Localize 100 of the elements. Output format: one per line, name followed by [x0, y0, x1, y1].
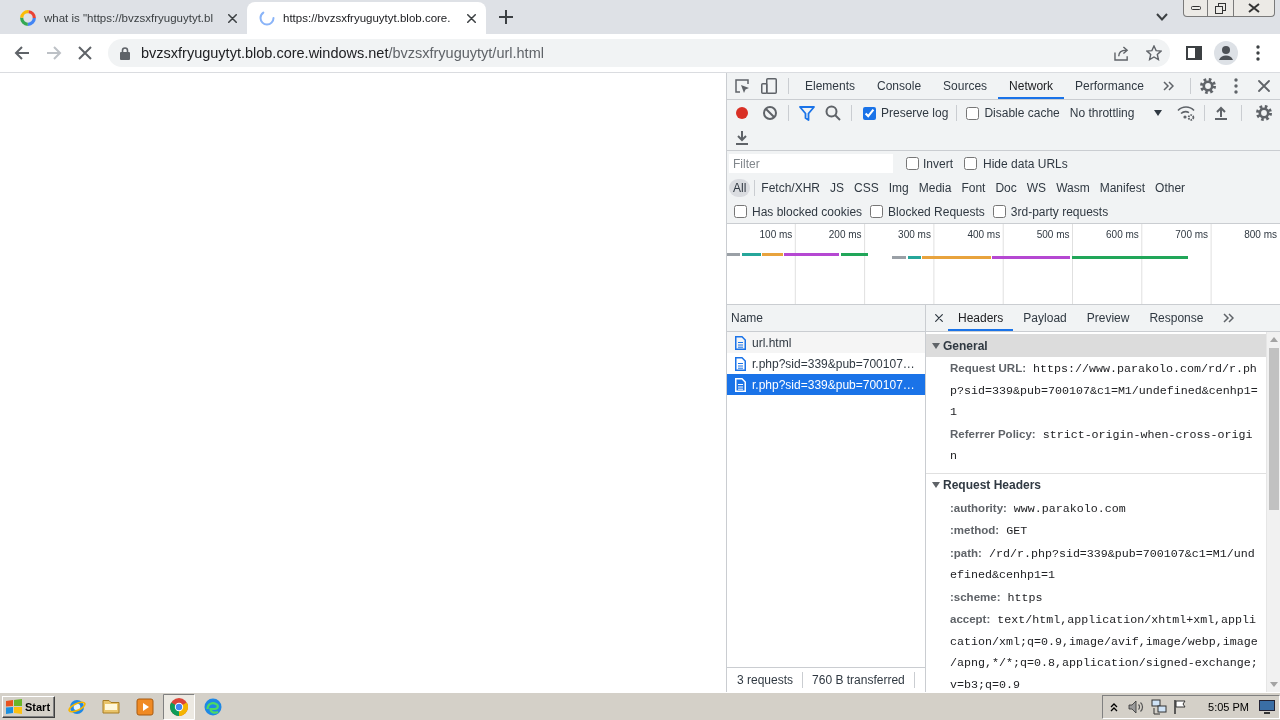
minimize-button[interactable] — [1183, 0, 1208, 17]
menu-icon[interactable] — [1234, 78, 1238, 94]
plus-icon[interactable] — [499, 10, 513, 24]
lock-icon[interactable] — [120, 46, 130, 60]
stop-icon[interactable] — [78, 46, 92, 60]
type-filter-button[interactable]: WS — [1021, 179, 1052, 197]
close-icon[interactable] — [228, 13, 237, 23]
type-filter-button[interactable]: Other — [1150, 179, 1191, 197]
browser-tab[interactable]: what is "https://bvzsxfryuguytyt.bl — [8, 2, 247, 34]
type-filter-button[interactable]: Img — [883, 179, 914, 197]
request-row[interactable]: url.html — [727, 332, 925, 353]
type-filter-button[interactable]: Media — [913, 179, 957, 197]
flag-icon[interactable] — [1173, 698, 1188, 715]
caret-icon[interactable] — [1154, 110, 1163, 116]
checkbox-label[interactable]: Hide data URLs — [983, 156, 1068, 171]
back-arrow-icon[interactable] — [14, 45, 30, 61]
section-header[interactable]: Request Headers — [926, 473, 1266, 497]
type-filter-button[interactable]: Doc — [990, 179, 1022, 197]
menu-icon[interactable] — [1256, 45, 1260, 61]
column-header[interactable]: Name — [731, 311, 763, 325]
section-title: General — [943, 338, 988, 353]
search-icon[interactable] — [825, 105, 841, 121]
detail-tab[interactable]: Preview — [1076, 305, 1140, 331]
checkbox[interactable] — [863, 106, 876, 120]
settings-icon[interactable] — [1200, 78, 1216, 94]
tick-label: 500 ms — [1036, 229, 1070, 240]
detail-tab[interactable]: Headers — [948, 305, 1014, 331]
checkbox[interactable] — [964, 157, 977, 170]
scrollbar-thumb[interactable] — [1268, 348, 1279, 510]
share-icon[interactable] — [1114, 45, 1130, 61]
throttling-dropdown[interactable]: No throttling — [1069, 106, 1163, 120]
checkbox-label[interactable]: Blocked Requests — [888, 204, 985, 219]
restore-button[interactable] — [1208, 0, 1234, 17]
checkbox-label[interactable]: Preserve log — [881, 106, 949, 120]
checkbox[interactable] — [966, 106, 980, 120]
file-icon — [735, 377, 746, 392]
devtools-tab[interactable]: Sources — [932, 73, 999, 99]
filter-icon[interactable] — [799, 105, 815, 121]
clear-icon[interactable] — [763, 106, 777, 120]
chevron-down-icon[interactable] — [1156, 13, 1168, 21]
device-icon[interactable] — [761, 78, 777, 94]
type-filter-button[interactable]: CSS — [849, 179, 884, 197]
detail-tab[interactable]: Response — [1139, 305, 1214, 331]
request-row[interactable]: r.php?sid=339&pub=700107… — [727, 353, 925, 374]
type-filter-button[interactable]: Fetch/XHR — [756, 179, 826, 197]
speaker-icon[interactable] — [1128, 699, 1145, 714]
download-icon[interactable] — [736, 131, 748, 145]
upload-icon[interactable] — [1215, 106, 1228, 120]
side-panel-icon[interactable] — [1186, 46, 1202, 60]
devtools-tab[interactable]: Performance — [1064, 73, 1155, 99]
network-icon[interactable] — [1151, 698, 1168, 715]
tick-label: 600 ms — [1106, 229, 1139, 240]
filter-field[interactable]: Filter — [729, 154, 893, 173]
record-icon[interactable] — [736, 107, 748, 119]
devtools-tab[interactable]: Console — [866, 73, 933, 99]
browser-tab[interactable]: https://bvzsxfryuguytyt.blob.core. — [247, 2, 486, 34]
restore-icon[interactable] — [1215, 2, 1226, 14]
avatar-icon[interactable] — [1214, 41, 1238, 65]
type-filter-button[interactable]: Font — [956, 179, 991, 197]
chevrons-icon[interactable] — [1223, 313, 1235, 323]
checkbox-label[interactable]: Disable cache — [984, 106, 1060, 120]
section-header[interactable]: General — [926, 334, 1266, 357]
minimize-icon[interactable] — [1190, 6, 1201, 10]
close-button[interactable] — [1234, 0, 1275, 17]
devtools-tab[interactable]: Elements — [794, 73, 867, 99]
play-icon[interactable] — [136, 697, 155, 716]
folder-icon[interactable] — [102, 697, 121, 716]
type-filter-button[interactable]: JS — [825, 179, 850, 197]
type-filter-button[interactable]: All — [729, 179, 751, 197]
address-bar[interactable]: bvzsxfryuguytyt.blob.core.windows.net/bvzsxfryuguytyt/url.html — [108, 39, 1170, 67]
wheel-icon[interactable] — [163, 693, 196, 720]
close-icon[interactable] — [467, 13, 476, 23]
checkbox-label[interactable]: 3rd-party requests — [1010, 204, 1109, 219]
desktop-icon[interactable] — [1259, 699, 1275, 714]
close-icon[interactable] — [935, 314, 943, 322]
type-filter-button[interactable]: Wasm — [1051, 179, 1095, 197]
checkbox[interactable] — [870, 205, 884, 218]
checkbox[interactable] — [734, 205, 747, 218]
close-icon[interactable] — [1248, 3, 1260, 13]
request-row[interactable]: r.php?sid=339&pub=700107… — [727, 374, 925, 395]
url-text[interactable]: bvzsxfryuguytyt.blob.core.windows.net/bvzsxfryuguytyt/url.html — [141, 45, 544, 61]
header-entry: Referrer Policy: strict-origin-when-cross-origin — [949, 426, 1254, 465]
globe-icon[interactable] — [68, 697, 87, 716]
settings-icon[interactable] — [1256, 105, 1272, 121]
checkbox-label[interactable]: Invert — [923, 156, 953, 171]
devtools-tab[interactable]: Network — [998, 73, 1065, 99]
chevron-up-icon[interactable] — [1110, 701, 1119, 712]
start-button[interactable]: Start — [2, 695, 56, 718]
caret-icon[interactable] — [932, 342, 940, 349]
caret-icon[interactable] — [932, 482, 940, 488]
star-icon[interactable] — [1146, 45, 1162, 61]
inspect-icon[interactable] — [734, 78, 750, 94]
wifi-settings-icon[interactable] — [1177, 105, 1196, 121]
checkbox[interactable] — [906, 157, 919, 170]
detail-tab[interactable]: Payload — [1013, 305, 1077, 331]
checkbox-label[interactable]: Has blocked cookies — [752, 204, 863, 219]
chevrons-icon[interactable] — [1162, 81, 1174, 91]
checkbox[interactable] — [992, 205, 1006, 218]
close-icon[interactable] — [1258, 80, 1270, 92]
type-filter-button[interactable]: Manifest — [1094, 179, 1151, 197]
